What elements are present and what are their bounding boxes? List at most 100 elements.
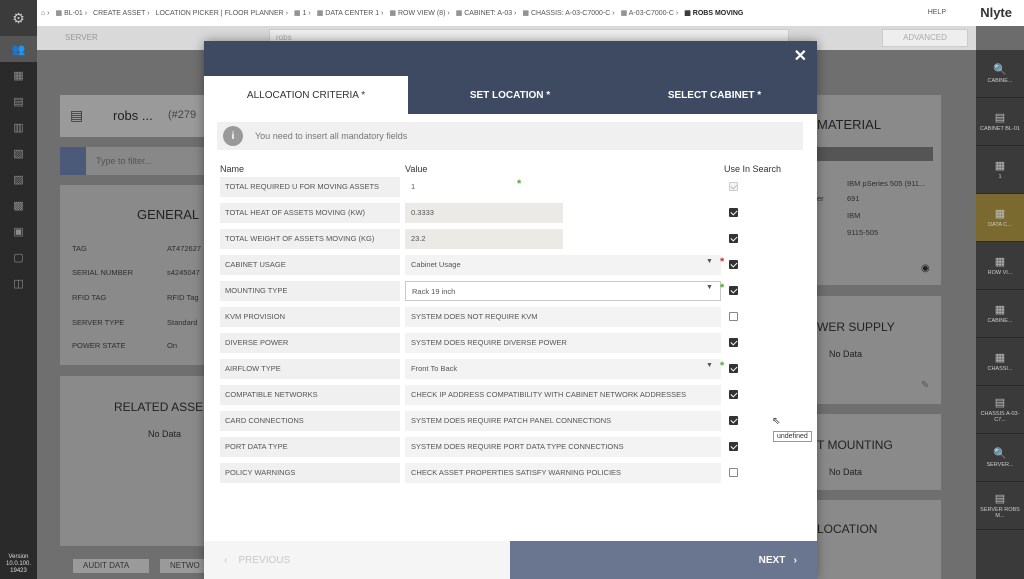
use-in-search-checkbox[interactable] bbox=[729, 364, 738, 373]
tab-network[interactable]: NETWO bbox=[160, 559, 204, 573]
use-in-search-checkbox[interactable] bbox=[729, 416, 738, 425]
criteria-input[interactable]: 23.2 bbox=[405, 229, 563, 249]
breadcrumb-item[interactable]: ▦ ROW VIEW (8) › bbox=[389, 9, 449, 17]
app-logo-icon[interactable]: ⚙ bbox=[0, 0, 37, 36]
mounting-card: T MOUNTING No Data bbox=[817, 414, 941, 490]
breadcrumb-label: CABINET: A-03 bbox=[464, 10, 513, 17]
mounting-title: T MOUNTING bbox=[817, 438, 893, 452]
use-in-search-checkbox[interactable] bbox=[729, 286, 738, 295]
use-in-search-checkbox[interactable] bbox=[729, 260, 738, 269]
criteria-value[interactable]: SYSTEM DOES REQUIRE DIVERSE POWER bbox=[405, 333, 721, 353]
breadcrumb-label: DATA CENTER 1 bbox=[325, 10, 380, 17]
rail-link-chassis-a03[interactable]: ▤ CHASSIS A-03-C7... bbox=[976, 386, 1024, 434]
users-icon[interactable]: 👥 bbox=[0, 36, 37, 62]
rail-item-6-icon[interactable]: ▩ bbox=[0, 192, 37, 218]
previous-label: PREVIOUS bbox=[238, 554, 291, 566]
breadcrumb-item[interactable]: CREATE ASSET › bbox=[93, 10, 150, 17]
criteria-row: AIRFLOW TYPE Front To Back ▼ * bbox=[220, 359, 800, 379]
criteria-value[interactable]: CHECK IP ADDRESS COMPATIBILITY WITH CABI… bbox=[405, 385, 721, 405]
tab-select-cabinet[interactable]: SELECT CABINET * bbox=[612, 76, 817, 114]
breadcrumb-label: A-03-C7000-C bbox=[628, 10, 674, 17]
use-in-search-checkbox[interactable] bbox=[729, 390, 738, 399]
chevron-down-icon[interactable]: ▼ bbox=[706, 284, 713, 291]
breadcrumb-item[interactable]: ▦ 1 › bbox=[294, 9, 311, 17]
criteria-select[interactable]: Cabinet Usage bbox=[405, 255, 721, 275]
rail-link-row-view[interactable]: ▦ ROW VI... bbox=[976, 242, 1024, 290]
use-in-search-checkbox[interactable] bbox=[729, 338, 738, 347]
material-value: IBM pSeries 505 (911... bbox=[847, 179, 926, 188]
rail-link-cabinet[interactable]: ▦ CABINE... bbox=[976, 290, 1024, 338]
rail-link-datacenter[interactable]: ▦ DATA C... bbox=[976, 194, 1024, 242]
breadcrumb-label: LOCATION PICKER | FLOOR PLANNER bbox=[155, 9, 284, 17]
criteria-value[interactable]: SYSTEM DOES NOT REQUIRE KVM bbox=[405, 307, 721, 327]
column-header-use-in-search: Use In Search bbox=[724, 164, 782, 174]
use-in-search-checkbox[interactable] bbox=[729, 234, 738, 243]
help-link[interactable]: HELP bbox=[928, 9, 946, 16]
breadcrumb-item[interactable]: ▦ CHASSIS: A-03-C7000-C › bbox=[522, 9, 614, 17]
floor-icon: ▦ bbox=[994, 160, 1006, 172]
asset-id: (#279 bbox=[168, 109, 197, 121]
breadcrumb-item[interactable]: LOCATION PICKER | FLOOR PLANNER › bbox=[156, 10, 288, 17]
robs-moving-modal: ✕ ALLOCATION CRITERIA * SET LOCATION * S… bbox=[204, 41, 817, 579]
rail-item-7-icon[interactable]: ▣ bbox=[0, 218, 37, 244]
tab-audit-data[interactable]: AUDIT DATA bbox=[73, 559, 149, 573]
rail-link-label: CHASSIS A-03-C7... bbox=[980, 411, 1020, 423]
required-marker: * bbox=[720, 282, 725, 294]
location-card: LOCATION bbox=[817, 500, 941, 579]
filter-icon[interactable] bbox=[60, 147, 86, 175]
eye-icon[interactable]: ◉ bbox=[921, 263, 930, 274]
rail-link-cabinet-bl01[interactable]: ▤ CABINET BL-01 bbox=[976, 98, 1024, 146]
rail-item-5-icon[interactable]: ▨ bbox=[0, 166, 37, 192]
cabinet-icon: ▤ bbox=[994, 112, 1006, 124]
wizard-tabs: ALLOCATION CRITERIA * SET LOCATION * SEL… bbox=[204, 76, 817, 114]
criteria-name: KVM PROVISION bbox=[220, 307, 400, 327]
filter-input[interactable]: Type to filter... bbox=[96, 156, 152, 166]
advanced-button[interactable]: ADVANCED bbox=[882, 29, 968, 47]
left-rail: ⚙ 👥 ▦ ▤ ▥ ▧ ▨ ▩ ▣ ▢ ◫ Version 10.0.100. … bbox=[0, 0, 37, 579]
home-icon[interactable]: ⌂ › bbox=[41, 10, 50, 17]
search-type-label[interactable]: SERVER bbox=[65, 33, 98, 42]
close-icon[interactable]: ✕ bbox=[794, 49, 807, 65]
criteria-value[interactable]: SYSTEM DOES REQUIRE PATCH PANEL CONNECTI… bbox=[405, 411, 721, 431]
rail-item-3-icon[interactable]: ▥ bbox=[0, 114, 37, 140]
required-error-marker: * bbox=[720, 256, 725, 268]
breadcrumb-item[interactable]: ▦ DATA CENTER 1 › bbox=[317, 9, 384, 17]
previous-button[interactable]: ‹ PREVIOUS bbox=[204, 541, 510, 579]
rail-link-cabinet-search[interactable]: 🔍 CABINE... bbox=[976, 50, 1024, 98]
rail-item-4-icon[interactable]: ▧ bbox=[0, 140, 37, 166]
rail-link-chassis[interactable]: ▦ CHASSI... bbox=[976, 338, 1024, 386]
rail-link-server-search[interactable]: 🔍 SERVER... bbox=[976, 434, 1024, 482]
criteria-select[interactable]: Front To Back bbox=[405, 359, 721, 379]
rail-link-label: DATA C... bbox=[988, 222, 1012, 228]
rail-item-2-icon[interactable]: ▤ bbox=[0, 88, 37, 114]
criteria-name: COMPATIBLE NETWORKS bbox=[220, 385, 400, 405]
criteria-input[interactable]: 0.3333 bbox=[405, 203, 563, 223]
tab-allocation-criteria[interactable]: ALLOCATION CRITERIA * bbox=[204, 76, 408, 114]
rail-item-1-icon[interactable]: ▦ bbox=[0, 62, 37, 88]
use-in-search-checkbox[interactable] bbox=[729, 312, 738, 321]
chevron-down-icon[interactable]: ▼ bbox=[706, 258, 713, 265]
required-marker: * bbox=[720, 360, 725, 372]
breadcrumb-item[interactable]: ▦ CABINET: A-03 › bbox=[456, 9, 517, 17]
rail-item-8-icon[interactable]: ▢ bbox=[0, 244, 37, 270]
criteria-row: PORT DATA TYPE SYSTEM DOES REQUIRE PORT D… bbox=[220, 437, 800, 457]
general-value: s4245047 bbox=[167, 268, 200, 277]
next-button[interactable]: NEXT › bbox=[510, 541, 817, 579]
criteria-select[interactable]: Rack 19 inch bbox=[405, 281, 721, 301]
use-in-search-checkbox[interactable] bbox=[729, 208, 738, 217]
use-in-search-checkbox[interactable] bbox=[729, 468, 738, 477]
criteria-value[interactable]: SYSTEM DOES REQUIRE PORT DATA TYPE CONNE… bbox=[405, 437, 721, 457]
tab-set-location[interactable]: SET LOCATION * bbox=[408, 76, 612, 114]
breadcrumb-item[interactable]: ▦ A-03-C7000-C › bbox=[621, 9, 679, 17]
rail-link-floor[interactable]: ▦ 1 bbox=[976, 146, 1024, 194]
rail-link-label: SERVER ROBS M... bbox=[980, 507, 1020, 519]
edit-icon[interactable]: ✎ bbox=[921, 380, 929, 391]
use-in-search-checkbox[interactable] bbox=[729, 442, 738, 451]
breadcrumb-item[interactable]: ▦ BL-01 › bbox=[56, 9, 88, 17]
modal-header: ✕ ALLOCATION CRITERIA * SET LOCATION * S… bbox=[204, 41, 817, 114]
rail-link-server-robs[interactable]: ▤ SERVER ROBS M... bbox=[976, 482, 1024, 530]
chevron-down-icon[interactable]: ▼ bbox=[706, 362, 713, 369]
criteria-input[interactable]: 1 bbox=[405, 177, 510, 197]
criteria-value[interactable]: CHECK ASSET PROPERTIES SATISFY WARNING P… bbox=[405, 463, 721, 483]
rail-item-9-icon[interactable]: ◫ bbox=[0, 270, 37, 296]
